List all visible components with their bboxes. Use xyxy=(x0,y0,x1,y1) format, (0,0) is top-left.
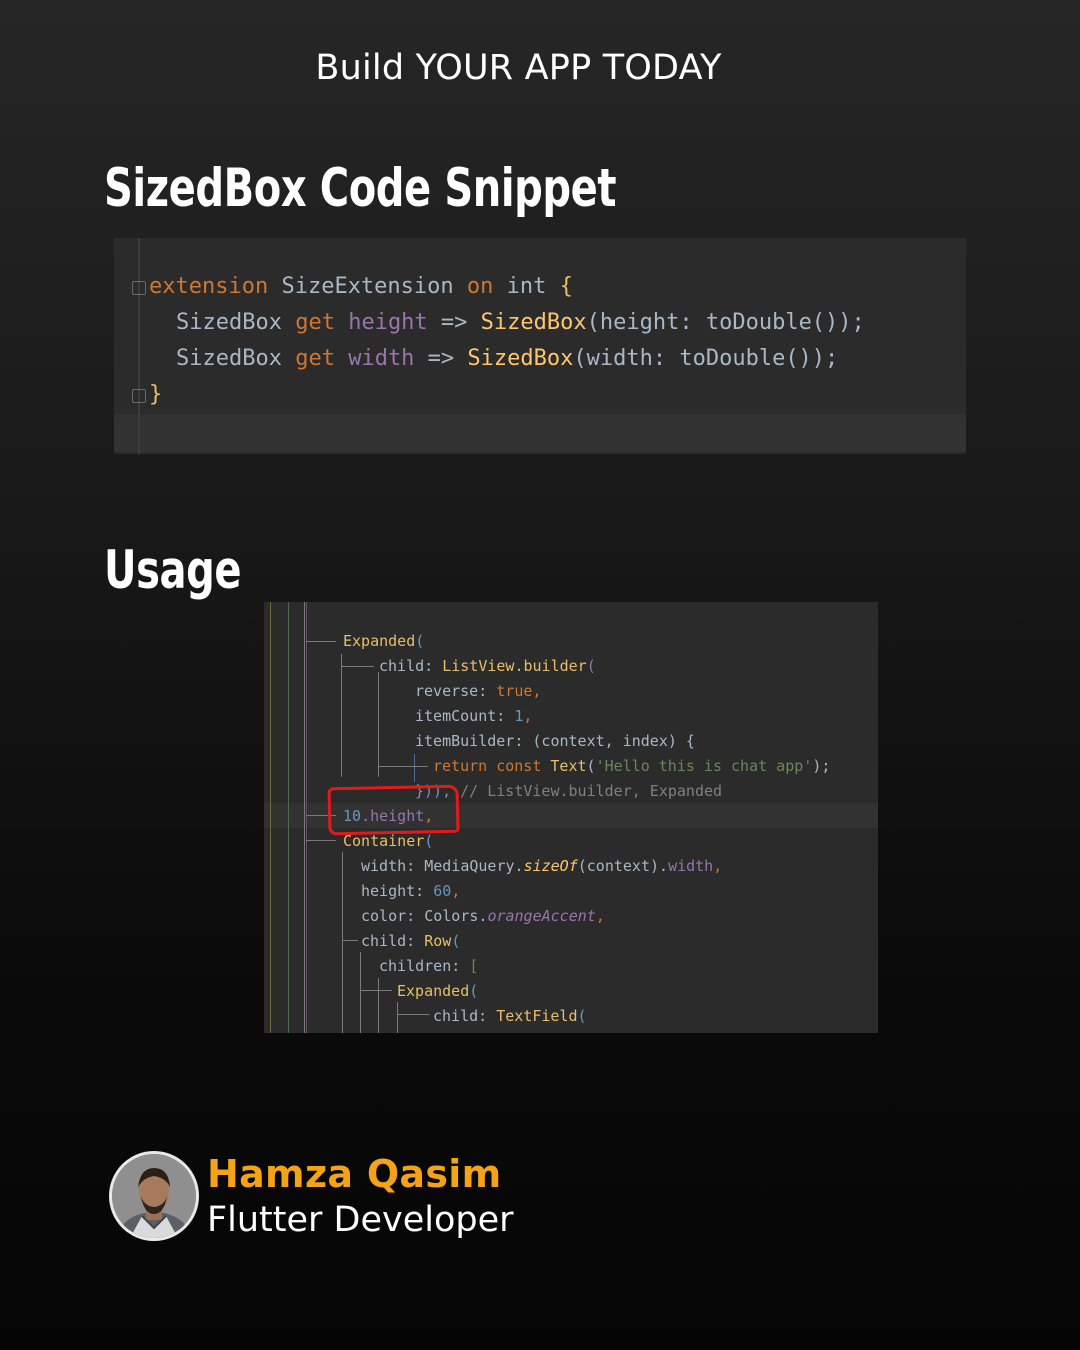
indent-guide xyxy=(270,602,271,1033)
tree-branch xyxy=(306,641,336,642)
gutter-line xyxy=(138,238,140,454)
tree-line xyxy=(378,672,379,777)
code-line: child: ListView.builder( xyxy=(379,657,596,675)
code-line: itemCount: 1, xyxy=(415,707,533,725)
code-line: return const Text('Hello this is chat ap… xyxy=(433,757,831,775)
usage-title: Usage xyxy=(104,540,242,601)
snippet-title: SizedBox Code Snippet xyxy=(104,158,617,219)
indent-guide xyxy=(306,602,307,1033)
tree-branch xyxy=(342,940,358,941)
code-line: })), // ListView.builder, Expanded xyxy=(415,782,723,800)
current-line-highlight xyxy=(114,414,966,452)
tree-line xyxy=(342,852,343,1033)
author-name: Hamza Qasim xyxy=(207,1152,502,1196)
code-line: extension SizeExtension on int { xyxy=(149,274,573,299)
tree-branch xyxy=(397,1014,429,1015)
code-line: color: Colors.orangeAccent, xyxy=(361,907,605,925)
tree-branch xyxy=(360,990,392,991)
fold-close-icon[interactable] xyxy=(132,389,146,403)
person-avatar-icon xyxy=(109,1151,199,1241)
tree-line xyxy=(304,827,305,1033)
tree-line xyxy=(378,978,379,1033)
tree-line xyxy=(341,654,342,777)
code-line: itemBuilder: (context, index) { xyxy=(415,732,695,750)
tree-line xyxy=(360,952,361,1033)
tagline: Build YOUR APP TODAY xyxy=(315,48,722,88)
code-line: Expanded( xyxy=(397,982,479,1000)
tree-line xyxy=(397,1002,398,1033)
code-line: child: TextField( xyxy=(433,1007,587,1025)
tree-line xyxy=(414,754,415,782)
tree-branch xyxy=(378,766,428,767)
code-line: SizedBox get width => SizedBox(width: to… xyxy=(176,346,839,371)
tree-branch xyxy=(306,840,336,841)
fold-open-icon[interactable] xyxy=(132,281,146,295)
tree-branch xyxy=(342,666,374,667)
code-line: } xyxy=(149,382,163,407)
code-line: SizedBox get height => SizedBox(height: … xyxy=(176,310,865,335)
code-line: Expanded( xyxy=(343,632,425,650)
code-line: width: MediaQuery.sizeOf(context).width, xyxy=(361,857,723,875)
code-line: height: 60, xyxy=(361,882,461,900)
code-line: children: [ xyxy=(379,957,479,975)
highlight-annotation xyxy=(327,784,460,836)
tree-line xyxy=(304,602,305,827)
author-role: Flutter Developer xyxy=(207,1200,514,1240)
code-line: child: Row( xyxy=(361,932,461,950)
code-line: reverse: true, xyxy=(415,682,542,700)
snippet-code-panel: extension SizeExtension on int { SizedBo… xyxy=(114,238,966,454)
indent-guide xyxy=(288,602,289,1033)
